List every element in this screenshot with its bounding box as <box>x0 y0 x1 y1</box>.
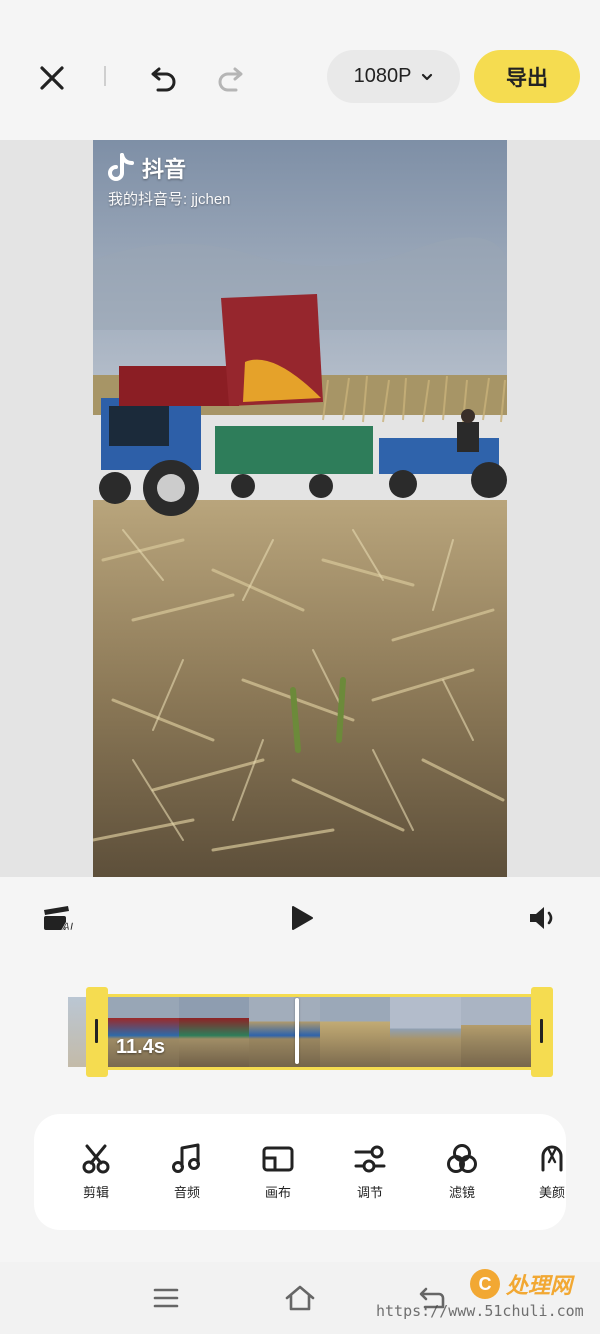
music-note-icon <box>172 1143 200 1173</box>
redo-button[interactable] <box>208 56 252 100</box>
ai-video-button[interactable]: AI <box>40 900 76 936</box>
play-icon <box>292 906 313 930</box>
clip-trim-frame[interactable] <box>86 987 553 1077</box>
playhead[interactable] <box>295 998 299 1064</box>
adjust-sliders-icon <box>354 1145 386 1173</box>
tool-label: 剪辑 <box>82 1185 109 1200</box>
edit-toolbar: 剪辑 音频 画布 调节 滤镜 美颜 <box>34 1114 566 1230</box>
tool-label: 音频 <box>173 1185 200 1200</box>
scissors-icon <box>82 1144 110 1174</box>
resolution-label: 1080P <box>353 65 412 87</box>
tool-label: 滤镜 <box>448 1185 475 1200</box>
resolution-select[interactable]: 1080P <box>327 50 460 103</box>
site-url-watermark: https://www.51chuli.com <box>376 1302 584 1320</box>
filter-circles-icon <box>447 1144 477 1173</box>
beauty-icon <box>541 1145 563 1172</box>
close-button[interactable] <box>30 56 74 100</box>
play-button[interactable] <box>284 899 320 937</box>
tool-canvas[interactable]: 画布 <box>246 1114 310 1230</box>
tool-label: 画布 <box>264 1185 291 1200</box>
nav-home-button[interactable] <box>282 1280 318 1316</box>
canvas-icon <box>262 1146 294 1172</box>
trim-handle-left[interactable] <box>86 987 108 1077</box>
douyin-logo-icon <box>108 153 134 181</box>
video-frame-image <box>93 140 507 877</box>
tool-beauty[interactable]: 美颜 <box>520 1114 566 1230</box>
douyin-app-name: 抖音 <box>142 157 187 182</box>
home-icon <box>285 1285 315 1311</box>
tool-adjust[interactable]: 调节 <box>338 1114 402 1230</box>
tool-label: 美颜 <box>538 1185 565 1200</box>
douyin-watermark: 抖音 我的抖音号: jjchen <box>108 152 231 209</box>
site-logo-icon: C <box>470 1269 500 1299</box>
clip-thumbnail <box>390 997 461 1067</box>
clip-thumbnail-strip <box>108 997 531 1067</box>
tool-filter[interactable]: 滤镜 <box>430 1114 494 1230</box>
menu-icon <box>153 1288 179 1308</box>
toolbar-divider <box>104 66 106 86</box>
douyin-account-text: 我的抖音号: jjchen <box>108 191 231 208</box>
nav-menu-button[interactable] <box>148 1280 184 1316</box>
clip-thumbnail <box>460 997 531 1067</box>
svg-text:AI: AI <box>61 921 74 932</box>
export-button[interactable]: 导出 <box>474 50 580 103</box>
clip-duration: 11.4s <box>116 1036 165 1058</box>
tool-cut[interactable]: 剪辑 <box>64 1114 128 1230</box>
site-logo-watermark: C 处理网 <box>470 1268 572 1300</box>
volume-button[interactable] <box>524 900 562 936</box>
chevron-down-icon <box>422 73 433 80</box>
clip-thumbnail <box>319 997 390 1067</box>
speaker-icon <box>530 907 553 929</box>
redo-icon <box>218 67 243 92</box>
undo-button[interactable] <box>142 56 186 100</box>
previous-clip-thumbnail <box>68 997 88 1067</box>
undo-icon <box>151 67 176 92</box>
trim-handle-right[interactable] <box>531 987 553 1077</box>
tool-label: 调节 <box>356 1185 383 1200</box>
close-icon <box>40 66 64 90</box>
clip-thumbnail <box>178 997 249 1067</box>
clip-thumbnail <box>249 997 320 1067</box>
video-preview[interactable]: 抖音 我的抖音号: jjchen <box>93 140 507 877</box>
ai-clapperboard-icon: AI <box>44 906 74 932</box>
tool-audio[interactable]: 音频 <box>155 1114 219 1230</box>
site-brand-text: 处理网 <box>506 1273 573 1298</box>
